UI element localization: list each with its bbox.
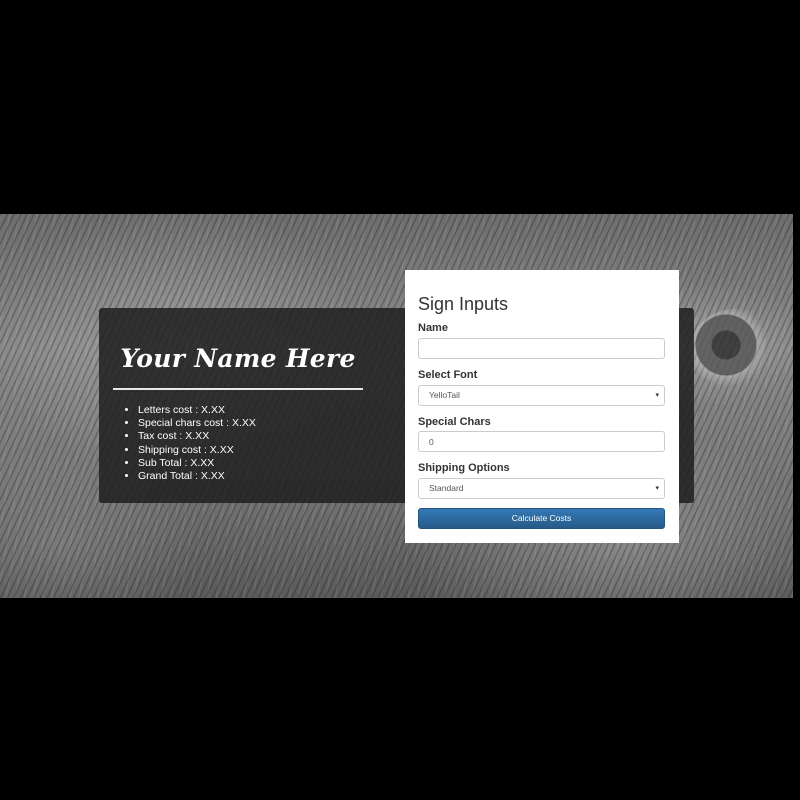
cost-item-letters: Letters cost : X.XX — [138, 404, 256, 417]
cost-list: Letters cost : X.XX Special chars cost :… — [118, 404, 256, 483]
font-label: Select Font — [418, 369, 478, 381]
special-chars-field[interactable] — [418, 431, 665, 452]
form-title: Sign Inputs — [418, 294, 509, 314]
special-chars-label: Special Chars — [418, 416, 491, 428]
cost-item-subtotal: Sub Total : X.XX — [138, 457, 256, 470]
font-select-value: YelloTail — [429, 390, 460, 400]
cost-item-special-chars: Special chars cost : X.XX — [138, 417, 256, 430]
name-input[interactable] — [429, 339, 654, 358]
shipping-select[interactable]: Standard ▾ — [418, 478, 665, 499]
shipping-label: Shipping Options — [418, 462, 510, 474]
cost-item-grand-total: Grand Total : X.XX — [138, 470, 256, 483]
special-chars-input[interactable] — [429, 432, 654, 451]
name-field[interactable] — [418, 338, 665, 359]
calculate-costs-button[interactable]: Calculate Costs — [418, 508, 665, 529]
name-label: Name — [418, 322, 448, 334]
cost-item-tax: Tax cost : X.XX — [138, 430, 256, 443]
page: Your Name Here Letters cost : X.XX Speci… — [0, 0, 800, 800]
sign-preview-divider — [113, 388, 363, 390]
cost-item-shipping: Shipping cost : X.XX — [138, 444, 256, 457]
shipping-select-value: Standard — [429, 483, 464, 493]
chevron-down-icon: ▾ — [655, 485, 659, 492]
sign-preview-text: Your Name Here — [120, 344, 356, 373]
font-select[interactable]: YelloTail ▾ — [418, 385, 665, 406]
chevron-down-icon: ▾ — [655, 392, 659, 399]
eye-image-detail — [690, 309, 780, 389]
